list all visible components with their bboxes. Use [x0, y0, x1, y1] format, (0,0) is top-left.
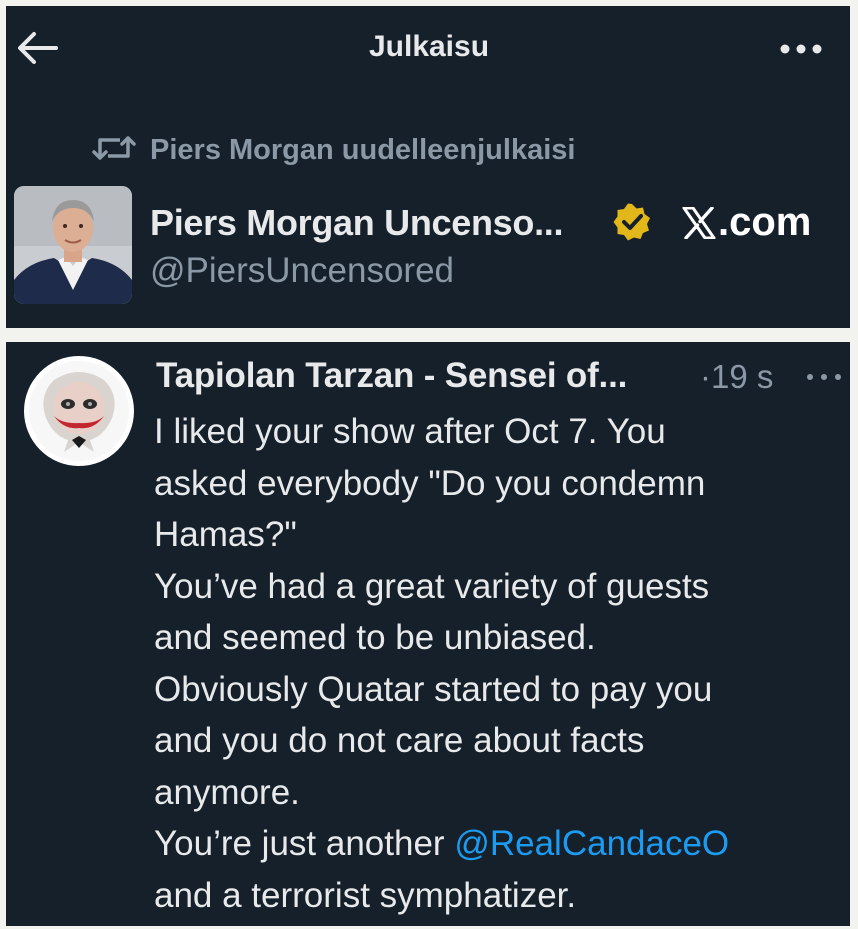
- repost-context: Piers Morgan uudelleenjulkaisi: [92, 132, 575, 168]
- mention-link[interactable]: @RealCandaceO: [454, 824, 729, 863]
- reply-line: You’ve had a great variety of guests: [154, 566, 710, 606]
- x-com-watermark: . com: [682, 200, 811, 245]
- author-name[interactable]: Piers Morgan Uncenso...: [150, 202, 564, 244]
- reply-line: and you do not care about facts: [154, 721, 645, 760]
- reply-more-icon[interactable]: [804, 370, 844, 382]
- reply-body: I liked your show after Oct 7. You asked…: [154, 406, 844, 921]
- reply-line: Hamas?": [154, 515, 297, 554]
- reply-timestamp[interactable]: ·19 s: [700, 358, 773, 396]
- x-logo-icon: [682, 206, 716, 239]
- reply-line: You’re just another @RealCandaceO: [154, 818, 844, 870]
- author-avatar[interactable]: [14, 186, 132, 304]
- repost-icon: [92, 133, 136, 168]
- author-handle[interactable]: @PiersUncensored: [150, 251, 454, 291]
- reply-line: I liked your show after Oct 7. You: [154, 412, 666, 451]
- reply-line: asked everybody "Do you condemn: [154, 463, 706, 503]
- watermark-text: com: [729, 200, 812, 244]
- reply-line: and a terrorist symphatizer.: [154, 875, 577, 915]
- reply-avatar[interactable]: [24, 356, 134, 466]
- repost-label: Piers Morgan uudelleenjulkaisi: [150, 133, 576, 166]
- reply-time-value: 19 s: [711, 358, 774, 395]
- verified-badge-icon: [612, 202, 652, 242]
- reply-line: and seemed to be unbiased.: [154, 618, 596, 657]
- reply-line: anymore.: [154, 772, 300, 812]
- more-horizontal-icon[interactable]: [778, 42, 824, 56]
- reply-author-name[interactable]: Tapiolan Tarzan - Sensei of...: [156, 356, 627, 396]
- reply-line: Obviously Quatar started to pay you: [154, 669, 713, 709]
- reply-line-prefix: You’re just another: [154, 824, 455, 863]
- page-title: Julkaisu: [368, 30, 490, 63]
